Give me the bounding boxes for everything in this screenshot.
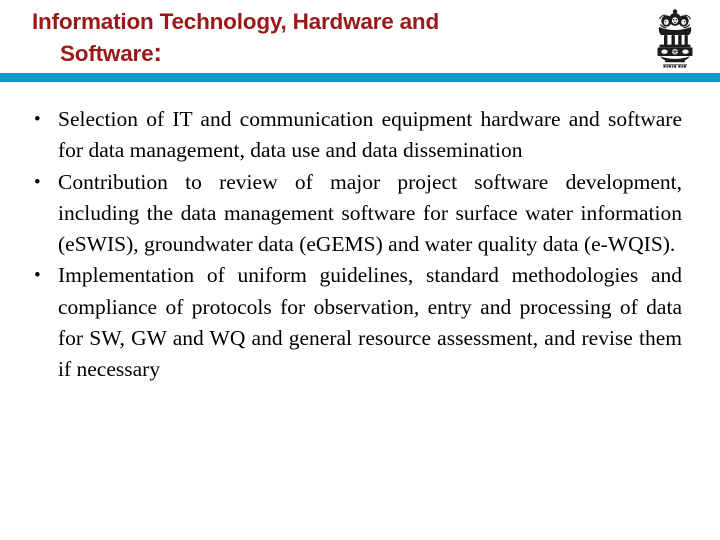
title-line-two-text: Software — [60, 41, 154, 66]
title-colon: : — [153, 37, 162, 67]
bullet-list: • Selection of IT and communication equi… — [0, 104, 720, 386]
slide-header: Information Technology, Hardware and Sof… — [0, 0, 720, 83]
slide-canvas: Information Technology, Hardware and Sof… — [0, 0, 720, 540]
page-title: Information Technology, Hardware and Sof… — [30, 6, 600, 69]
bullet-icon: • — [34, 109, 41, 130]
list-item: • Contribution to review of major projec… — [0, 167, 720, 261]
title-line-one: Information Technology, Hardware and — [32, 9, 440, 34]
bullet-text: Implementation of uniform guidelines, st… — [58, 263, 682, 382]
list-item: • Implementation of uniform guidelines, … — [0, 260, 720, 385]
list-item: • Selection of IT and communication equi… — [0, 104, 720, 167]
bullet-icon: • — [34, 171, 41, 193]
header-accent-rule — [0, 73, 720, 82]
slide-body: • Selection of IT and communication equi… — [0, 104, 720, 386]
bullet-text: Contribution to review of major project … — [58, 169, 682, 257]
national-emblem-icon — [646, 7, 704, 69]
bullet-text: Selection of IT and communication equipm… — [58, 107, 682, 163]
title-line-two: Software: — [30, 37, 600, 69]
bullet-icon: • — [34, 265, 41, 287]
